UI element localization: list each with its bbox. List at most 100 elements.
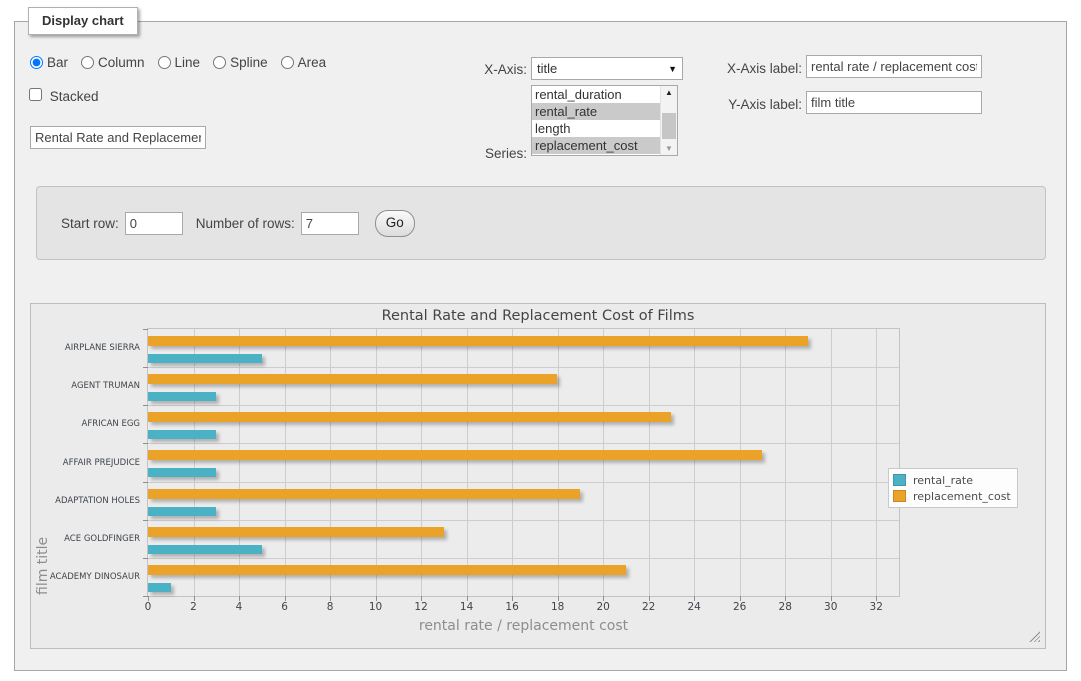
radio-line-input[interactable] bbox=[158, 56, 171, 69]
y-gridline bbox=[148, 558, 899, 559]
go-button[interactable]: Go bbox=[375, 210, 415, 237]
row-controls-panel: Start row: Number of rows: Go bbox=[36, 186, 1046, 260]
x-gridline bbox=[467, 329, 468, 596]
bar-rental_rate bbox=[148, 583, 171, 592]
chart-title-input[interactable] bbox=[30, 126, 206, 149]
y-tick-mark bbox=[143, 329, 148, 330]
x-gridline bbox=[194, 329, 195, 596]
radio-column-input[interactable] bbox=[81, 56, 94, 69]
x-tick-label: 28 bbox=[779, 601, 792, 613]
y-tick-mark bbox=[143, 443, 148, 444]
x-gridline bbox=[376, 329, 377, 596]
legend-entry: replacement_cost bbox=[893, 488, 1011, 504]
x-tick-label: 22 bbox=[642, 601, 655, 613]
x-tick-label: 30 bbox=[824, 601, 837, 613]
y-gridline bbox=[148, 482, 899, 483]
bar-rental_rate bbox=[148, 430, 216, 439]
x-gridline bbox=[603, 329, 604, 596]
start-row-input[interactable] bbox=[125, 212, 183, 235]
radio-spline[interactable]: Spline bbox=[213, 55, 268, 70]
x-tick-label: 32 bbox=[870, 601, 883, 613]
bar-rental_rate bbox=[148, 392, 216, 401]
bar-replacement_cost bbox=[148, 565, 626, 575]
legend-swatch-replacement_cost bbox=[893, 490, 906, 502]
radio-area[interactable]: Area bbox=[281, 55, 327, 70]
stacked-row: Stacked bbox=[29, 88, 99, 104]
resize-handle-icon[interactable] bbox=[1029, 631, 1040, 642]
series-option[interactable]: length bbox=[532, 120, 661, 137]
y-axis-label-label: Y-Axis label: bbox=[690, 97, 802, 112]
x-tick-label: 4 bbox=[236, 601, 243, 613]
stacked-checkbox-input[interactable] bbox=[29, 88, 42, 101]
x-axis-select-value: title bbox=[537, 61, 557, 76]
chart-type-radio-group: Bar Column Line Spline Area bbox=[30, 55, 339, 70]
x-tick-label: 26 bbox=[733, 601, 746, 613]
x-gridline bbox=[694, 329, 695, 596]
scrollbar-down-icon[interactable]: ▼ bbox=[661, 142, 677, 155]
x-axis-title: rental rate / replacement cost bbox=[147, 618, 900, 634]
x-tick-label: 20 bbox=[596, 601, 609, 613]
bar-replacement_cost bbox=[148, 489, 580, 499]
x-axis-label-label: X-Axis label: bbox=[690, 61, 802, 76]
radio-area-input[interactable] bbox=[281, 56, 294, 69]
y-tick-mark bbox=[143, 367, 148, 368]
bar-replacement_cost bbox=[148, 527, 444, 537]
radio-spline-input[interactable] bbox=[213, 56, 226, 69]
series-scrollbar[interactable]: ▲ ▼ bbox=[660, 86, 677, 155]
x-tick-label: 0 bbox=[145, 601, 152, 613]
x-gridline bbox=[785, 329, 786, 596]
x-tick-label: 10 bbox=[369, 601, 382, 613]
radio-spline-label: Spline bbox=[230, 55, 268, 70]
legend-swatch-rental_rate bbox=[893, 474, 906, 486]
bar-replacement_cost bbox=[148, 336, 808, 346]
x-tick-label: 16 bbox=[505, 601, 518, 613]
x-gridline bbox=[330, 329, 331, 596]
series-options: rental_durationrental_ratelengthreplacem… bbox=[532, 86, 661, 154]
x-axis-label-input[interactable] bbox=[806, 55, 982, 78]
dropdown-arrow-icon: ▼ bbox=[668, 64, 677, 74]
stacked-label: Stacked bbox=[50, 89, 99, 104]
radio-line[interactable]: Line bbox=[158, 55, 201, 70]
scrollbar-up-icon[interactable]: ▲ bbox=[661, 86, 677, 99]
x-tick-label: 18 bbox=[551, 601, 564, 613]
category-label: AGENT TRUMAN bbox=[71, 381, 140, 391]
app-screen: Display chart Bar Column Line Spline Are… bbox=[0, 0, 1081, 681]
x-axis-select[interactable]: title ▼ bbox=[531, 57, 683, 80]
series-option[interactable]: rental_rate bbox=[532, 103, 661, 120]
stacked-checkbox[interactable]: Stacked bbox=[29, 88, 99, 104]
x-tick-label: 2 bbox=[190, 601, 197, 613]
fieldset-legend: Display chart bbox=[28, 7, 138, 35]
category-label: ACE GOLDFINGER bbox=[64, 534, 140, 544]
x-gridline bbox=[740, 329, 741, 596]
radio-bar-label: Bar bbox=[47, 55, 68, 70]
series-option[interactable]: rental_duration bbox=[532, 86, 661, 103]
x-tick-label: 14 bbox=[460, 601, 473, 613]
start-row-label: Start row: bbox=[61, 216, 119, 231]
legend-label: rental_rate bbox=[913, 474, 973, 487]
number-of-rows-label: Number of rows: bbox=[196, 216, 295, 231]
number-of-rows-input[interactable] bbox=[301, 212, 359, 235]
scrollbar-thumb[interactable] bbox=[662, 113, 676, 139]
series-option[interactable]: replacement_cost bbox=[532, 137, 661, 154]
radio-column-label: Column bbox=[98, 55, 145, 70]
plot-area: 02468101214161820222426283032AIRPLANE SI… bbox=[147, 328, 900, 597]
x-gridline bbox=[831, 329, 832, 596]
x-gridline bbox=[421, 329, 422, 596]
radio-bar-input[interactable] bbox=[30, 56, 43, 69]
x-tick-label: 12 bbox=[414, 601, 427, 613]
y-tick-mark bbox=[143, 558, 148, 559]
bar-rental_rate bbox=[148, 354, 262, 363]
bar-replacement_cost bbox=[148, 374, 557, 384]
y-axis-label-input[interactable] bbox=[806, 91, 982, 114]
chart-container: Rental Rate and Replacement Cost of Film… bbox=[30, 303, 1046, 649]
y-tick-mark bbox=[143, 482, 148, 483]
x-gridline bbox=[876, 329, 877, 596]
x-gridline bbox=[558, 329, 559, 596]
series-select-label: Series: bbox=[420, 146, 527, 161]
y-gridline bbox=[148, 405, 899, 406]
series-select[interactable]: rental_durationrental_ratelengthreplacem… bbox=[531, 85, 678, 156]
legend-label: replacement_cost bbox=[913, 490, 1011, 503]
category-label: ACADEMY DINOSAUR bbox=[50, 572, 140, 582]
radio-column[interactable]: Column bbox=[81, 55, 145, 70]
radio-bar[interactable]: Bar bbox=[30, 55, 68, 70]
